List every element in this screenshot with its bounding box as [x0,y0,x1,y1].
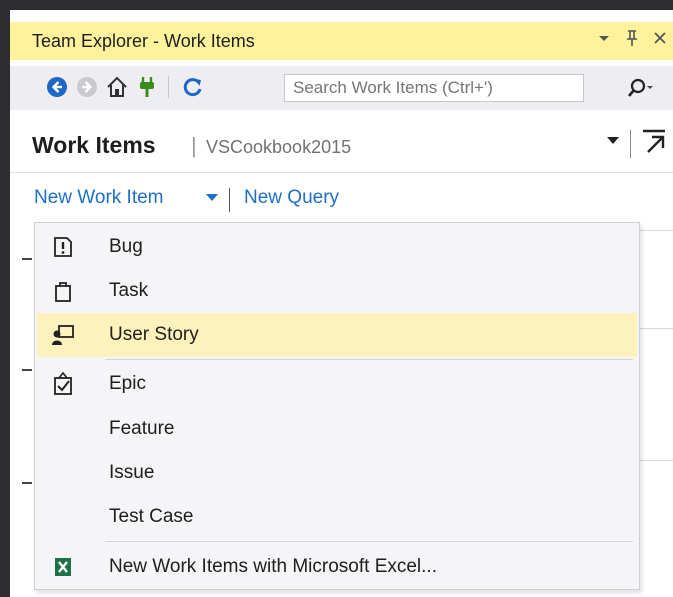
connect-icon[interactable] [134,74,160,100]
search-box[interactable] [284,74,584,102]
menu-item-task[interactable]: Task [37,269,637,313]
toolbar [10,66,673,110]
page-title: Work Items [32,132,156,158]
list-item-marker [22,258,32,260]
menu-item-epic[interactable]: Epic [37,362,637,406]
menu-item-label: Task [109,280,149,301]
forward-icon[interactable] [74,74,100,100]
menu-item-label: Epic [109,373,146,394]
excel-icon [51,555,75,579]
home-icon[interactable] [104,74,130,100]
list-divider [640,230,673,231]
new-query-link[interactable]: New Query [244,187,339,209]
menu-item-bug[interactable]: Bug [37,225,637,269]
menu-separator [105,541,633,542]
new-work-item-link[interactable]: New Work Item [34,187,164,209]
window-dropdown-icon[interactable] [597,29,611,52]
epic-icon [51,372,75,396]
window-title: Team Explorer - Work Items [32,31,255,51]
list-divider [640,460,673,461]
pin-icon[interactable] [625,29,639,52]
chevron-down-icon[interactable] [206,194,218,201]
toolbar-separator [168,76,169,98]
menu-item-label: New Work Items with Microsoft Excel... [109,556,437,577]
menu-item-user-story[interactable]: User Story [37,313,637,357]
list-item-marker [22,369,32,371]
action-links: New Work Item New Query [10,184,673,214]
header-divider [10,172,673,173]
menu-item-label: Issue [109,462,155,483]
menu-item-label: User Story [109,324,199,345]
list-divider [640,328,673,329]
title-controls [597,29,667,52]
title-bar: Team Explorer - Work Items [10,22,673,60]
window-frame-left [0,0,10,597]
page-header: Work Items | VSCookbook2015 [10,120,673,170]
search-icon[interactable] [626,76,654,100]
window-frame-top [0,0,673,10]
new-work-item-menu: Bug Task User Story Epic Feature Issue T… [34,222,640,590]
bug-icon [51,235,75,259]
menu-item-label: Test Case [109,506,194,527]
back-icon[interactable] [44,74,70,100]
menu-item-label: Feature [109,418,175,439]
project-name: VSCookbook2015 [206,137,352,157]
list-item-marker [22,482,32,484]
search-input[interactable] [293,78,553,98]
page-dropdown-icon[interactable] [606,133,620,149]
links-separator [229,188,230,212]
menu-item-excel[interactable]: New Work Items with Microsoft Excel... [37,545,637,589]
task-icon [51,279,75,303]
refresh-icon[interactable] [180,74,206,100]
close-icon[interactable] [653,29,667,52]
menu-item-label: Bug [109,236,143,257]
menu-item-issue[interactable]: Issue [37,451,637,495]
menu-item-feature[interactable]: Feature [37,407,637,451]
menu-item-test-case[interactable]: Test Case [37,495,637,539]
undock-icon[interactable] [640,128,670,158]
header-separator [630,130,631,158]
user-story-icon [51,323,75,347]
menu-separator [105,359,633,360]
title-separator: | [191,133,197,158]
